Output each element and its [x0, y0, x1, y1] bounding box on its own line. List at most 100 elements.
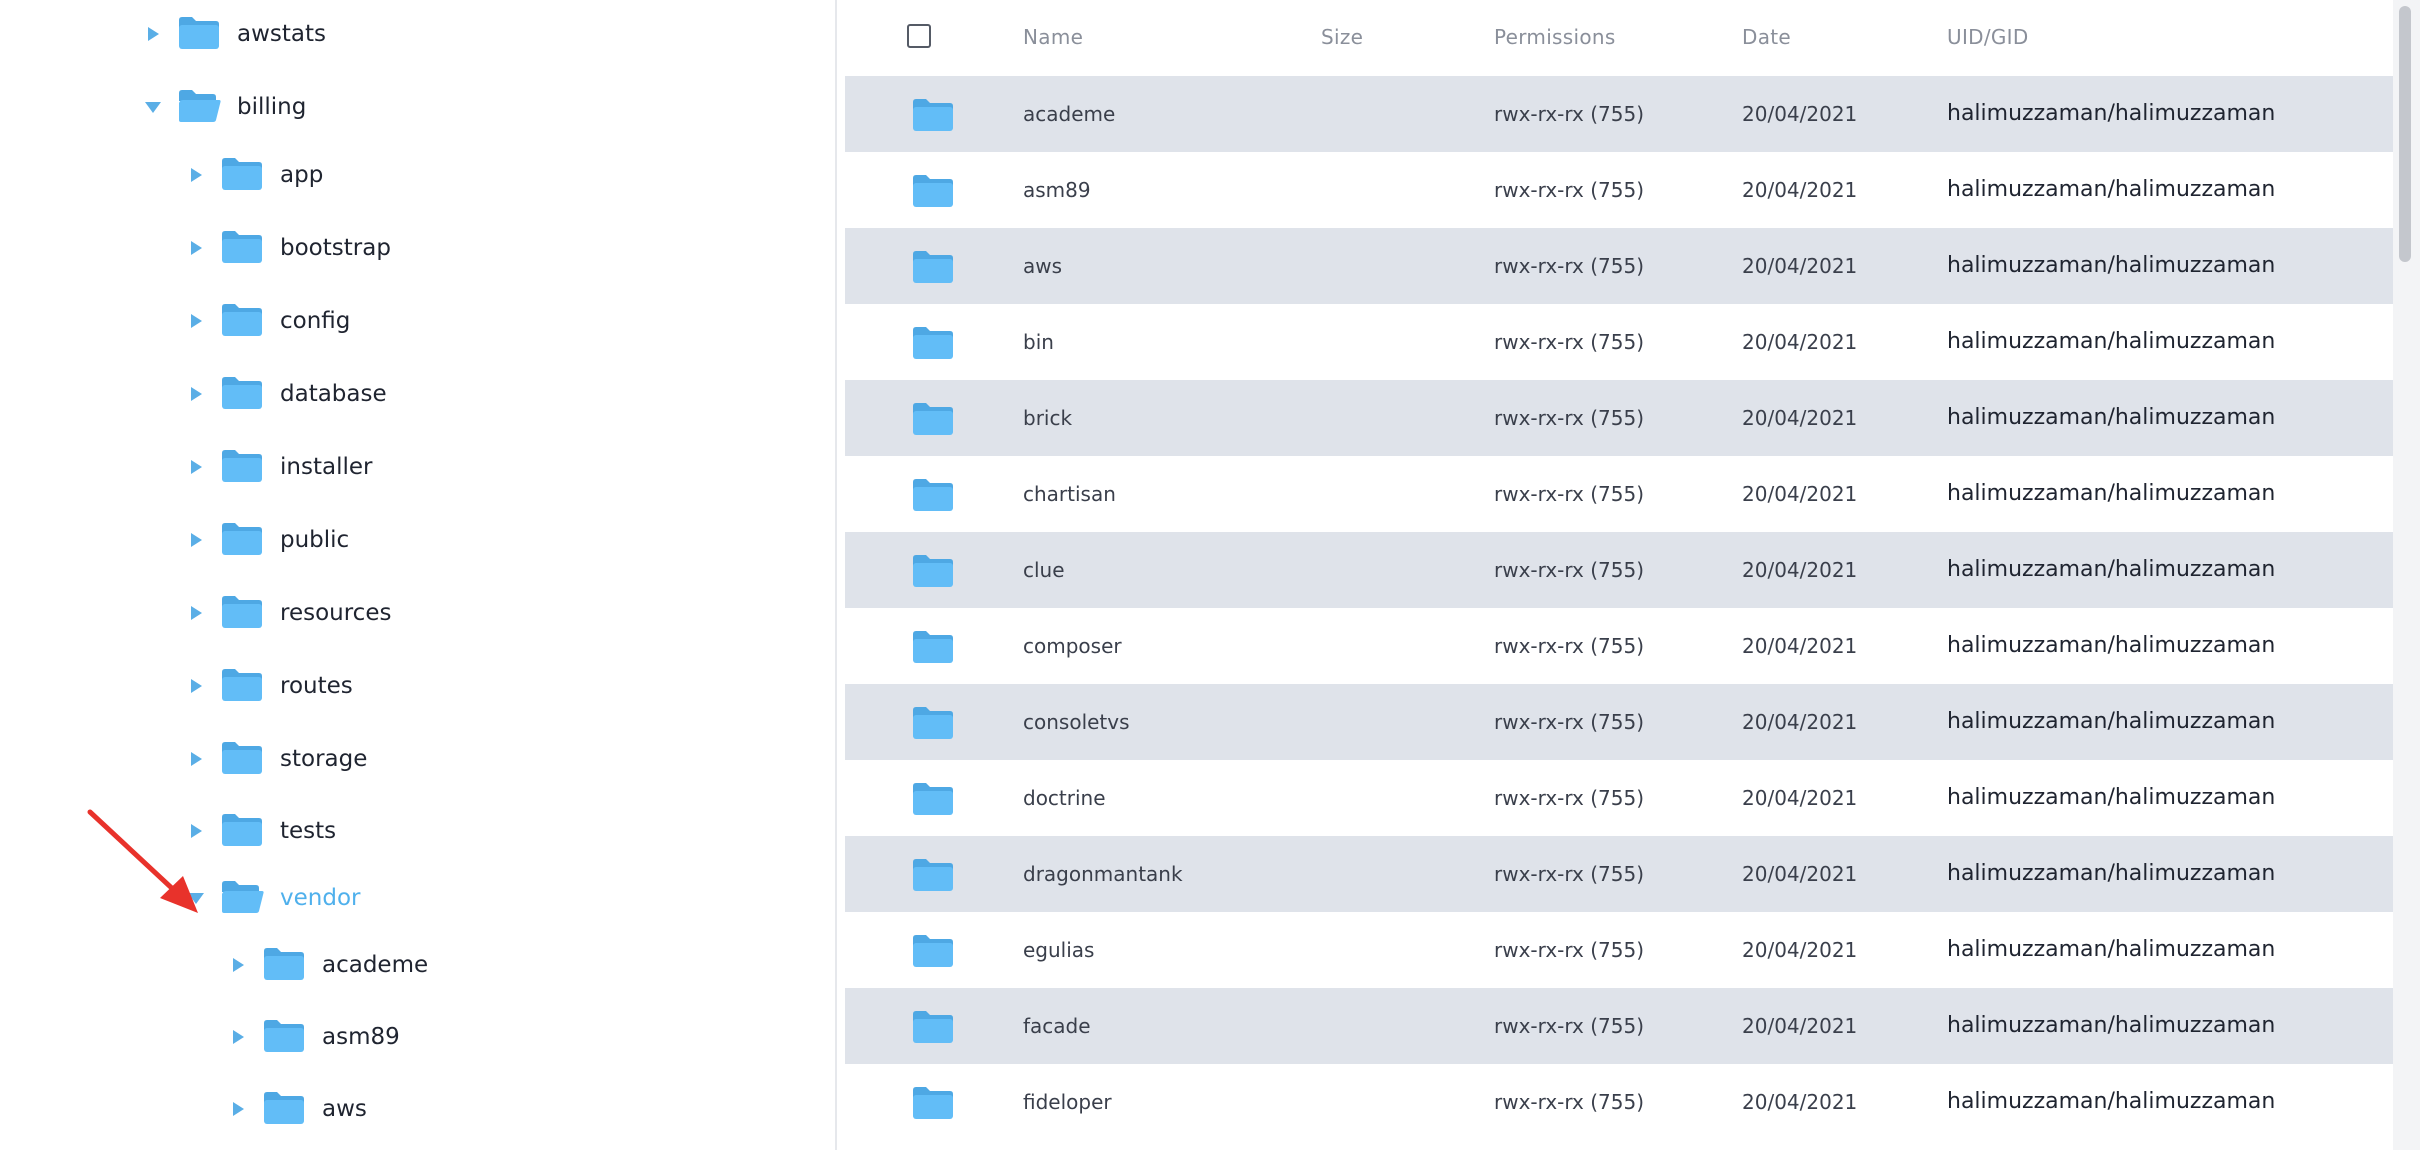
- tree-node-label: public: [280, 527, 350, 553]
- file-name[interactable]: egulias: [1023, 912, 1094, 988]
- caret-right-icon[interactable]: [220, 1007, 256, 1067]
- tree-node-database[interactable]: database: [178, 364, 387, 424]
- caret-right-icon[interactable]: [220, 935, 256, 995]
- folder-icon: [220, 447, 264, 487]
- folder-icon: [911, 932, 955, 972]
- caret-right-icon[interactable]: [178, 218, 214, 278]
- folder-icon: [911, 552, 955, 592]
- tree-node-label: aws: [322, 1096, 367, 1122]
- file-permissions: rwx-rx-rx (755): [1494, 634, 1645, 658]
- file-date: 20/04/2021: [1742, 482, 1858, 506]
- folder-icon: [220, 374, 264, 414]
- table-row[interactable]: aws rwx-rx-rx (755) 20/04/2021 halimuzzaman…: [845, 228, 2393, 304]
- caret-right-icon[interactable]: [178, 437, 214, 497]
- file-date: 20/04/2021: [1742, 406, 1858, 430]
- column-header-name[interactable]: Name: [1023, 25, 1083, 49]
- folder-icon: [220, 739, 264, 779]
- table-row[interactable]: bin rwx-rx-rx (755) 20/04/2021 halimuzzaman…: [845, 304, 2393, 380]
- tree-node-awstats[interactable]: awstats: [135, 4, 326, 64]
- caret-right-icon[interactable]: [178, 729, 214, 789]
- folder-icon: [220, 520, 264, 560]
- tree-node-config[interactable]: config: [178, 291, 350, 351]
- table-row[interactable]: chartisan rwx-rx-rx (755) 20/04/2021 halimu…: [845, 456, 2393, 532]
- table-row[interactable]: dragonmantank rwx-rx-rx (755) 20/04/2021 ha…: [845, 836, 2393, 912]
- caret-right-icon[interactable]: [178, 291, 214, 351]
- file-permissions: rwx-rx-rx (755): [1494, 178, 1645, 202]
- tree-node-label: bootstrap: [280, 235, 391, 261]
- table-row[interactable]: clue rwx-rx-rx (755) 20/04/2021 halimuzzama…: [845, 532, 2393, 608]
- file-permissions: rwx-rx-rx (755): [1494, 1090, 1645, 1114]
- column-header-date[interactable]: Date: [1742, 25, 1791, 49]
- file-owner: halimuzzaman/halimuzzaman: [1947, 633, 2276, 658]
- file-permissions: rwx-rx-rx (755): [1494, 938, 1645, 962]
- tree-node-asm89[interactable]: asm89: [220, 1007, 400, 1067]
- tree-node-public[interactable]: public: [178, 510, 349, 570]
- file-permissions: rwx-rx-rx (755): [1494, 558, 1645, 582]
- scrollbar-thumb[interactable]: [2399, 6, 2411, 262]
- caret-right-icon[interactable]: [178, 656, 214, 716]
- file-name[interactable]: chartisan: [1023, 456, 1116, 532]
- file-name[interactable]: facade: [1023, 988, 1091, 1064]
- tree-node-storage[interactable]: storage: [178, 729, 367, 789]
- caret-right-icon[interactable]: [178, 145, 214, 205]
- table-row[interactable]: facade rwx-rx-rx (755) 20/04/2021 halimuzza…: [845, 988, 2393, 1064]
- table-row[interactable]: fideloper rwx-rx-rx (755) 20/04/2021 halimu…: [845, 1064, 2393, 1140]
- folder-open-icon: [177, 87, 221, 127]
- file-name[interactable]: fideloper: [1023, 1064, 1112, 1140]
- tree-node-bootstrap[interactable]: bootstrap: [178, 218, 391, 278]
- column-header-permissions[interactable]: Permissions: [1494, 25, 1616, 49]
- folder-icon: [911, 476, 955, 516]
- file-date: 20/04/2021: [1742, 786, 1858, 810]
- select-all-checkbox[interactable]: [907, 24, 931, 48]
- table-row[interactable]: brick rwx-rx-rx (755) 20/04/2021 halimuzzam…: [845, 380, 2393, 456]
- file-name[interactable]: brick: [1023, 380, 1072, 456]
- caret-right-icon[interactable]: [135, 4, 171, 64]
- tree-node-label: database: [280, 381, 387, 407]
- file-date: 20/04/2021: [1742, 1090, 1858, 1114]
- file-permissions: rwx-rx-rx (755): [1494, 406, 1645, 430]
- tree-node-label: config: [280, 308, 351, 334]
- file-name[interactable]: academe: [1023, 76, 1115, 152]
- file-date: 20/04/2021: [1742, 178, 1858, 202]
- tree-node-installer[interactable]: installer: [178, 437, 372, 497]
- file-name[interactable]: doctrine: [1023, 760, 1106, 836]
- folder-icon: [911, 1084, 955, 1124]
- tree-node-billing[interactable]: billing: [135, 77, 306, 137]
- table-row[interactable]: academe rwx-rx-rx (755) 20/04/2021 halimuzz…: [845, 76, 2393, 152]
- scrollbar[interactable]: [2393, 0, 2420, 1150]
- file-date: 20/04/2021: [1742, 710, 1858, 734]
- file-owner: halimuzzaman/halimuzzaman: [1947, 937, 2276, 962]
- table-row[interactable]: consoletvs rwx-rx-rx (755) 20/04/2021 halim…: [845, 684, 2393, 760]
- caret-right-icon[interactable]: [220, 1079, 256, 1139]
- caret-down-icon[interactable]: [135, 77, 171, 137]
- file-name[interactable]: aws: [1023, 228, 1062, 304]
- file-name[interactable]: asm89: [1023, 152, 1091, 228]
- table-row[interactable]: egulias rwx-rx-rx (755) 20/04/2021 halimuzz…: [845, 912, 2393, 988]
- annotation-arrow-icon: [87, 809, 198, 913]
- file-name[interactable]: clue: [1023, 532, 1065, 608]
- column-header-size[interactable]: Size: [1321, 25, 1363, 49]
- caret-right-icon[interactable]: [178, 364, 214, 424]
- column-header-uid-gid[interactable]: UID/GID: [1947, 25, 2029, 49]
- file-permissions: rwx-rx-rx (755): [1494, 102, 1645, 126]
- file-name[interactable]: bin: [1023, 304, 1054, 380]
- table-row[interactable]: doctrine rwx-rx-rx (755) 20/04/2021 halimuz…: [845, 760, 2393, 836]
- file-name[interactable]: consoletvs: [1023, 684, 1130, 760]
- file-name[interactable]: dragonmantank: [1023, 836, 1183, 912]
- table-row[interactable]: composer rwx-rx-rx (755) 20/04/2021 halimuz…: [845, 608, 2393, 684]
- file-date: 20/04/2021: [1742, 558, 1858, 582]
- file-permissions: rwx-rx-rx (755): [1494, 254, 1645, 278]
- table-row[interactable]: asm89 rwx-rx-rx (755) 20/04/2021 halimuzzam…: [845, 152, 2393, 228]
- folder-icon: [911, 628, 955, 668]
- folder-icon: [220, 301, 264, 341]
- file-name[interactable]: composer: [1023, 608, 1122, 684]
- tree-node-academe[interactable]: academe: [220, 935, 428, 995]
- file-permissions: rwx-rx-rx (755): [1494, 710, 1645, 734]
- caret-right-icon[interactable]: [178, 583, 214, 643]
- file-permissions: rwx-rx-rx (755): [1494, 1014, 1645, 1038]
- caret-right-icon[interactable]: [178, 510, 214, 570]
- tree-node-resources[interactable]: resources: [178, 583, 391, 643]
- tree-node-aws[interactable]: aws: [220, 1079, 367, 1139]
- tree-node-routes[interactable]: routes: [178, 656, 353, 716]
- tree-node-app[interactable]: app: [178, 145, 323, 205]
